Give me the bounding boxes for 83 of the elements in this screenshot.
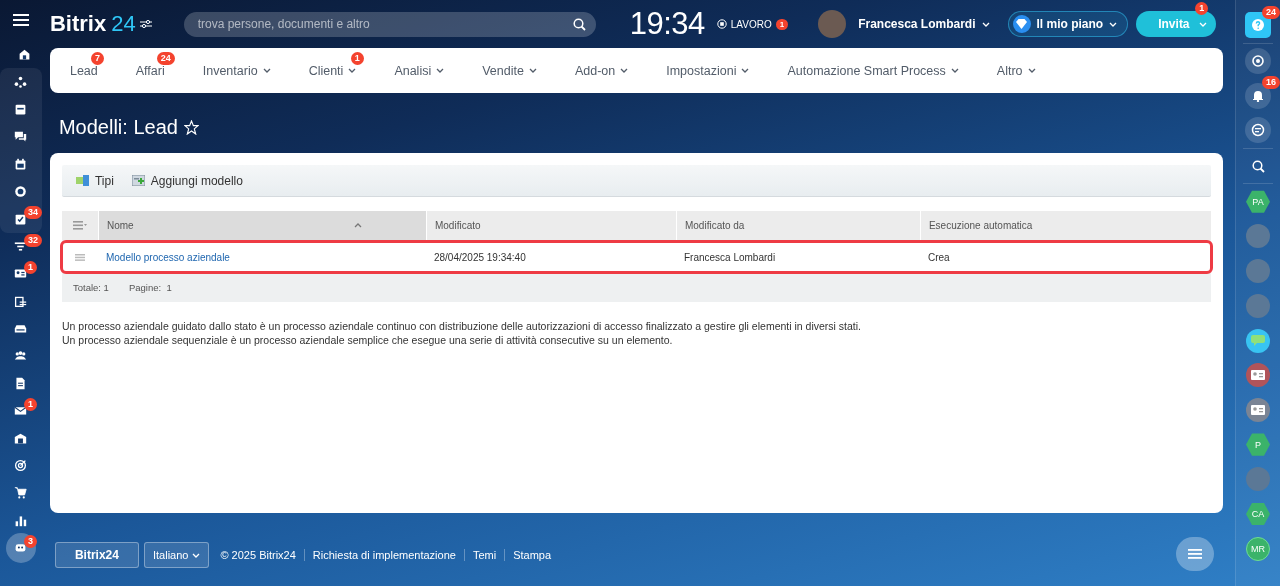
search-icon[interactable]	[572, 17, 586, 31]
home-icon[interactable]	[18, 48, 32, 62]
count-badge: 24	[1262, 6, 1280, 19]
circle-icon[interactable]	[14, 185, 28, 199]
description-text: Un processo aziendale guidato dallo stato è un processo aziendale continuo con distribuzione delle autorizzazioni di accesso finalizzato a gestire gli elementi in diversi stati.	[61, 319, 862, 333]
logo[interactable]: Bitrix 24	[49, 11, 136, 37]
nav-tab[interactable]: Impostazioni	[666, 63, 750, 78]
nav-tab[interactable]: Add-on	[574, 63, 629, 78]
footer-link[interactable]: Temi	[463, 549, 505, 561]
contact-card-icon[interactable]	[1246, 363, 1270, 388]
stop-icon[interactable]	[716, 19, 727, 29]
chevron-down-icon	[1199, 21, 1208, 27]
types-icon	[75, 175, 89, 186]
language-dropdown[interactable]: Italiano	[143, 542, 210, 568]
question-icon	[1252, 19, 1264, 32]
robot-icon[interactable]	[14, 541, 28, 555]
add-template-icon	[131, 175, 145, 186]
drawer-icon[interactable]	[14, 322, 28, 336]
template-link[interactable]: Modello processo aziendale	[97, 251, 426, 263]
checkbox-icon[interactable]	[14, 212, 28, 226]
count-badge: 24	[156, 51, 175, 65]
nav-tab[interactable]: Automazione Smart Process	[787, 63, 959, 78]
table-cell-text: 28/04/2025 19:34:40	[432, 251, 527, 263]
menu-icon[interactable]	[12, 13, 29, 27]
nav-tab[interactable]: Analisi	[394, 63, 445, 78]
count-badge: 1	[350, 51, 364, 65]
chevron-down-icon	[981, 21, 990, 27]
count-badge: 1	[23, 398, 37, 412]
chat-bubble-icon[interactable]	[1246, 328, 1270, 353]
chevron-down-icon	[1109, 21, 1118, 27]
nav-tab[interactable]: Altro	[996, 63, 1036, 78]
contact-card-icon[interactable]	[14, 267, 28, 281]
description-text: Un processo aziendale sequenziale è un processo aziendale semplice che esegue una serie di attività consecutive su un elemento.	[61, 333, 674, 347]
toolbar-button[interactable]: Tipi	[75, 173, 114, 188]
chat-button[interactable]	[1176, 537, 1214, 571]
count-badge: 32	[23, 233, 42, 247]
envelope-icon[interactable]	[14, 404, 28, 418]
people-icon[interactable]	[14, 349, 28, 363]
checklist-icon[interactable]	[14, 294, 28, 308]
nav-tab[interactable]: Clienti	[308, 63, 357, 78]
count-badge: 34	[23, 206, 42, 220]
column-header[interactable]: Modificato	[434, 220, 481, 231]
target-icon[interactable]	[14, 459, 28, 473]
star-icon[interactable]	[183, 119, 199, 135]
total-count: Totale: 1	[72, 281, 109, 293]
count-badge: 1	[775, 18, 789, 30]
cart-icon[interactable]	[14, 486, 28, 500]
user-name[interactable]: Francesca Lombardi	[858, 17, 976, 31]
column-header[interactable]: Nome	[106, 220, 134, 231]
dots-circle-icon[interactable]	[14, 75, 28, 89]
clock-time: 19:34	[629, 6, 705, 42]
document-icon[interactable]	[14, 376, 28, 390]
search-icon[interactable]	[1251, 159, 1265, 173]
sliders-icon[interactable]	[139, 19, 152, 29]
nav-tab[interactable]: Lead	[69, 63, 98, 78]
copyright-text: © 2025 Bitrix24	[220, 549, 297, 561]
nav-tab[interactable]: Vendite	[482, 63, 537, 78]
lines-icon	[1188, 549, 1202, 559]
page-title: Modelli: Lead	[58, 115, 178, 139]
building-icon[interactable]	[14, 431, 28, 445]
column-header[interactable]: Esecuzione automatica	[928, 220, 1033, 231]
footer-link[interactable]: Richiesta di implementazione	[303, 549, 464, 561]
count-badge: 7	[90, 51, 104, 65]
pages-label: Pagine: 1	[128, 281, 172, 293]
toolbar-button[interactable]: Aggiungi modello	[131, 173, 243, 188]
sort-ascending-icon[interactable]	[353, 223, 362, 228]
table-cell-text: Crea	[926, 251, 951, 263]
diamond-icon	[1016, 19, 1028, 29]
work-status[interactable]: LAVORO	[730, 18, 772, 30]
chevron-down-icon	[192, 552, 201, 558]
table-cell-text: Francesca Lombardi	[682, 251, 777, 263]
count-badge: 3	[23, 535, 37, 549]
column-header[interactable]: Modificato da	[684, 220, 745, 231]
nav-tab[interactable]: Affari	[135, 63, 165, 78]
table-row[interactable]: Modello processo aziendale 28/04/2025 19:34:40 Francesca Lombardi Crea	[61, 242, 1211, 272]
plan-button[interactable]: Il mio piano	[1007, 11, 1129, 37]
calendar-icon[interactable]	[14, 157, 28, 171]
nav-tab[interactable]: Inventario	[202, 63, 271, 78]
bitrix24-button[interactable]: Bitrix24	[54, 542, 139, 568]
count-badge: 1	[23, 261, 37, 275]
bar-chart-icon[interactable]	[14, 513, 28, 527]
count-badge: 16	[1262, 76, 1280, 90]
footer-link[interactable]: Stampa	[504, 549, 560, 561]
